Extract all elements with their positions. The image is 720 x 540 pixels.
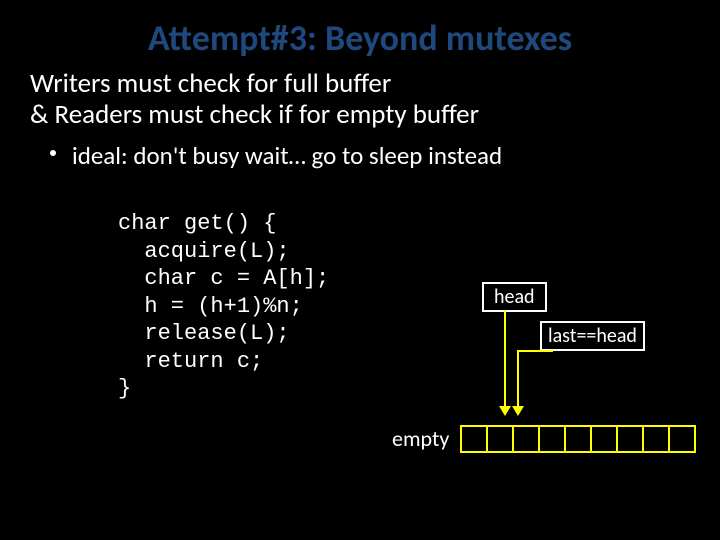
buffer-cell — [486, 425, 514, 453]
buffer-cell — [564, 425, 592, 453]
slide-title: Attempt#3: Beyond mutexes — [0, 0, 720, 60]
buffer-cell — [460, 425, 488, 453]
buffer-array — [460, 425, 696, 453]
buffer-cell — [616, 425, 644, 453]
body-line-1: Writers must check for full buffer — [30, 68, 690, 99]
arrow-last-elbow-icon — [517, 350, 553, 352]
slide-body: Writers must check for full buffer & Rea… — [0, 60, 720, 171]
buffer-cell — [590, 425, 618, 453]
bullet-dot-icon — [50, 150, 56, 156]
buffer-cell — [512, 425, 540, 453]
buffer-cell — [668, 425, 696, 453]
arrow-head-icon — [504, 310, 506, 414]
bullet-ideal: ideal: don't busy wait… go to sleep inst… — [30, 140, 690, 171]
empty-label: empty — [392, 425, 449, 452]
buffer-cell — [642, 425, 670, 453]
slide: Attempt#3: Beyond mutexes Writers must c… — [0, 0, 720, 540]
bullet-text: ideal: don't busy wait… go to sleep inst… — [72, 140, 502, 171]
code-block: char get() { acquire(L); char c = A[h]; … — [118, 210, 329, 403]
buffer-cell — [538, 425, 566, 453]
last-label-box: last==head — [540, 321, 645, 351]
head-label-box: head — [482, 282, 547, 312]
arrow-last-icon — [517, 350, 519, 414]
body-line-2: & Readers must check if for empty buffer — [30, 99, 690, 130]
